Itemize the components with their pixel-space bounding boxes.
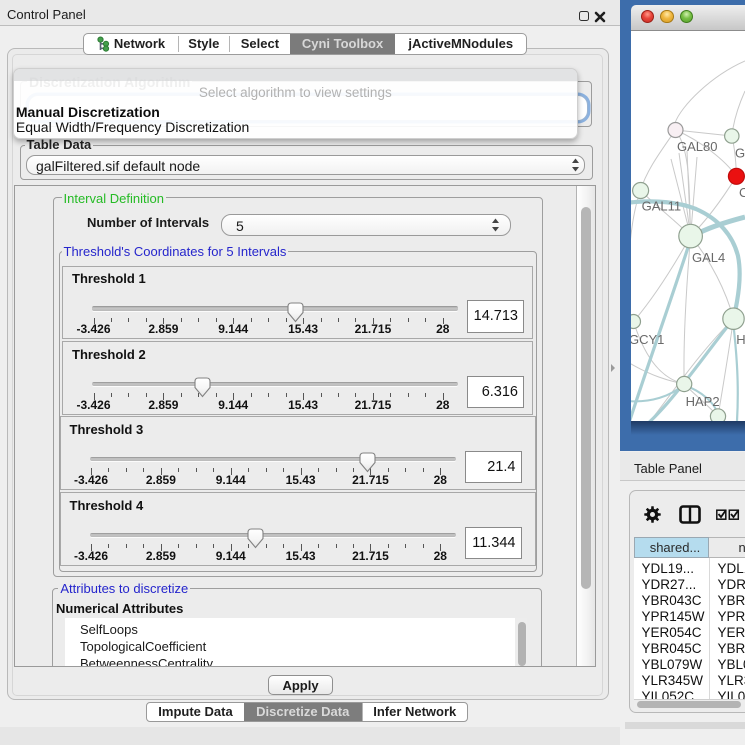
svg-text:GAL80: GAL80 xyxy=(677,139,717,154)
svg-text:HAP2: HAP2 xyxy=(686,394,720,409)
svg-text:CY: CY xyxy=(739,185,745,200)
svg-text:GCY1: GCY1 xyxy=(631,332,664,347)
svg-text:GAL: GAL xyxy=(735,146,745,161)
svg-text:GAL11: GAL11 xyxy=(642,199,682,214)
svg-text:H: H xyxy=(736,332,745,347)
svg-text:GAL4: GAL4 xyxy=(692,250,725,265)
